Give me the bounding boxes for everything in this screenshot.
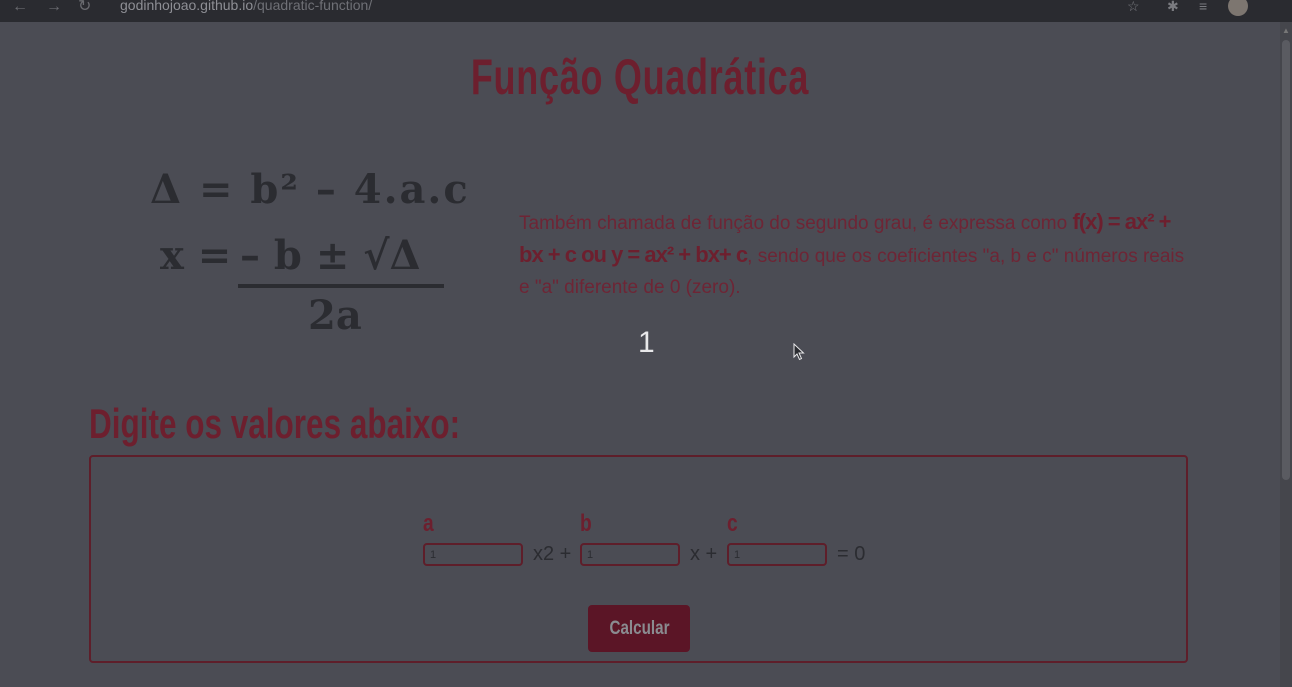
extensions-icon[interactable]: ✱: [1167, 0, 1179, 15]
x-formula-denominator: 2a: [308, 292, 362, 339]
description: Também chamada de função do segundo grau…: [519, 206, 1189, 303]
calculate-button[interactable]: Calcular: [588, 605, 690, 652]
back-icon[interactable]: ←: [12, 0, 28, 15]
scroll-thumb[interactable]: [1282, 40, 1290, 480]
star-icon[interactable]: ☆: [1127, 0, 1140, 15]
label-c: c: [727, 510, 738, 537]
x2-operator: x2 +: [533, 543, 572, 565]
coefficient-a-input[interactable]: [423, 543, 523, 566]
coefficient-c-input[interactable]: [727, 543, 827, 566]
step-number: 1: [638, 326, 655, 359]
form-heading: Digite os valores abaixo:: [89, 400, 461, 447]
calculate-button-label: Calcular: [608, 618, 669, 639]
equals-zero: = 0: [837, 543, 866, 565]
mouse-cursor-icon: [793, 343, 805, 361]
coefficient-b-input[interactable]: [580, 543, 680, 566]
url-host: godinhojoao.github.io: [120, 0, 254, 13]
avatar[interactable]: [1228, 0, 1248, 16]
description-text-1: Também chamada de função do segundo grau…: [519, 213, 1073, 234]
media-icon[interactable]: ≡: [1199, 0, 1207, 14]
x-formula-numerator: – b ± √Δ: [240, 232, 421, 279]
reload-icon[interactable]: ↻: [78, 0, 91, 15]
browser-toolbar: ← → ↻ godinhojoao.github.io/quadratic-fu…: [0, 0, 1292, 22]
x-operator: x +: [690, 543, 718, 565]
url-path: /quadratic-function/: [253, 0, 373, 13]
address-bar[interactable]: godinhojoao.github.io/quadratic-function…: [120, 0, 372, 13]
label-a: a: [423, 510, 434, 537]
forward-icon[interactable]: →: [46, 0, 62, 15]
page-title: Função Quadrática: [470, 49, 810, 105]
label-b: b: [580, 510, 592, 537]
x-formula-left: x =: [160, 232, 232, 279]
scroll-up-icon[interactable]: ▲: [1282, 26, 1290, 35]
delta-formula: Δ = b² – 4.a.c: [150, 166, 470, 213]
scrollbar[interactable]: ▲: [1280, 22, 1292, 687]
fraction-line: [238, 284, 444, 288]
